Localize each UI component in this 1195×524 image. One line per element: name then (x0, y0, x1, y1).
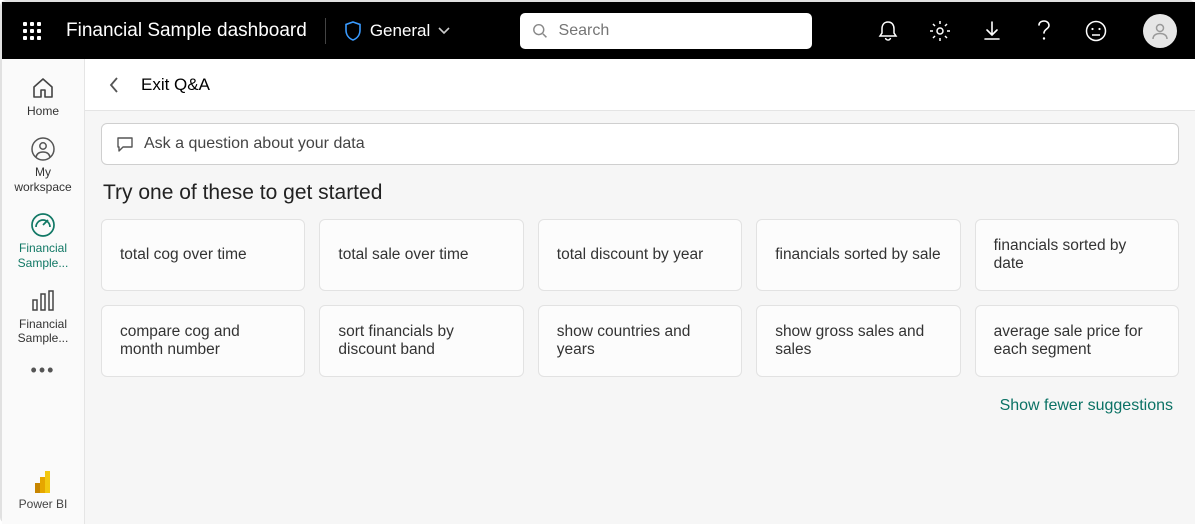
suggestion-card[interactable]: compare cog and month number (101, 305, 305, 377)
search-input[interactable] (559, 22, 801, 40)
nav-home[interactable]: Home (2, 69, 84, 124)
top-bar: Financial Sample dashboard General (2, 2, 1195, 59)
suggestion-text: total discount by year (557, 246, 703, 264)
suggestions-heading: Try one of these to get started (103, 181, 1179, 205)
suggestion-card[interactable]: total cog over time (101, 219, 305, 291)
ask-question-box[interactable]: Ask a question about your data (101, 123, 1179, 165)
nav-report-label: Financial Sample... (6, 317, 80, 346)
suggestion-text: total sale over time (338, 246, 468, 264)
bar-chart-icon (31, 290, 55, 312)
app-launcher-icon[interactable] (20, 19, 44, 43)
suggestion-card[interactable]: show gross sales and sales (756, 305, 960, 377)
suggestions-grid: total cog over time total sale over time… (101, 219, 1179, 377)
shield-icon (344, 21, 362, 41)
sensitivity-dropdown[interactable]: General (344, 21, 450, 41)
help-icon[interactable] (1033, 20, 1055, 42)
suggestion-card[interactable]: average sale price for each segment (975, 305, 1179, 377)
suggestion-card[interactable]: show countries and years (538, 305, 742, 377)
suggestion-text: average sale price for each segment (994, 323, 1160, 359)
ask-placeholder: Ask a question about your data (144, 135, 365, 153)
back-button[interactable] (103, 74, 125, 96)
suggestion-card[interactable]: total sale over time (319, 219, 523, 291)
nav-dashboard-item[interactable]: Financial Sample... (2, 206, 84, 276)
nav-dashboard-label: Financial Sample... (6, 241, 80, 270)
show-fewer-link[interactable]: Show fewer suggestions (101, 397, 1173, 415)
nav-powerbi[interactable]: Power BI (19, 471, 68, 511)
nav-powerbi-label: Power BI (19, 497, 68, 511)
suggestion-text: show countries and years (557, 323, 723, 359)
topbar-actions (877, 20, 1107, 42)
suggestion-text: compare cog and month number (120, 323, 286, 359)
gauge-icon (30, 212, 56, 238)
sensitivity-label: General (370, 21, 430, 41)
suggestion-card[interactable]: sort financials by discount band (319, 305, 523, 377)
notifications-icon[interactable] (877, 20, 899, 42)
feedback-icon[interactable] (1085, 20, 1107, 42)
suggestion-text: show gross sales and sales (775, 323, 941, 359)
user-avatar[interactable] (1143, 14, 1177, 48)
page-title: Financial Sample dashboard (66, 20, 307, 42)
suggestion-text: total cog over time (120, 246, 247, 264)
suggestion-text: financials sorted by date (994, 237, 1160, 273)
suggestion-text: financials sorted by sale (775, 246, 940, 264)
download-icon[interactable] (981, 20, 1003, 42)
nav-home-label: Home (27, 104, 59, 118)
powerbi-icon (34, 471, 52, 493)
chevron-left-icon (109, 77, 119, 93)
home-icon (31, 76, 55, 100)
nav-my-workspace[interactable]: My workspace (2, 130, 84, 200)
search-box[interactable] (520, 13, 812, 49)
exit-bar: Exit Q&A (85, 59, 1195, 111)
settings-icon[interactable] (929, 20, 951, 42)
nav-my-workspace-label: My workspace (14, 165, 71, 194)
suggestion-text: sort financials by discount band (338, 323, 504, 359)
main-area: Exit Q&A Ask a question about your data … (85, 59, 1195, 524)
left-nav: Home My workspace Financial Sample... Fi… (2, 59, 85, 524)
nav-more-button[interactable]: ••• (31, 360, 56, 381)
exit-label[interactable]: Exit Q&A (141, 75, 210, 95)
person-icon (1150, 21, 1170, 41)
person-circle-icon (30, 136, 56, 162)
suggestion-card[interactable]: financials sorted by sale (756, 219, 960, 291)
search-icon (532, 22, 548, 40)
suggestion-card[interactable]: financials sorted by date (975, 219, 1179, 291)
nav-report-item[interactable]: Financial Sample... (2, 282, 84, 352)
chevron-down-icon (438, 27, 450, 35)
chat-icon (116, 135, 134, 153)
divider (325, 18, 326, 44)
suggestion-card[interactable]: total discount by year (538, 219, 742, 291)
